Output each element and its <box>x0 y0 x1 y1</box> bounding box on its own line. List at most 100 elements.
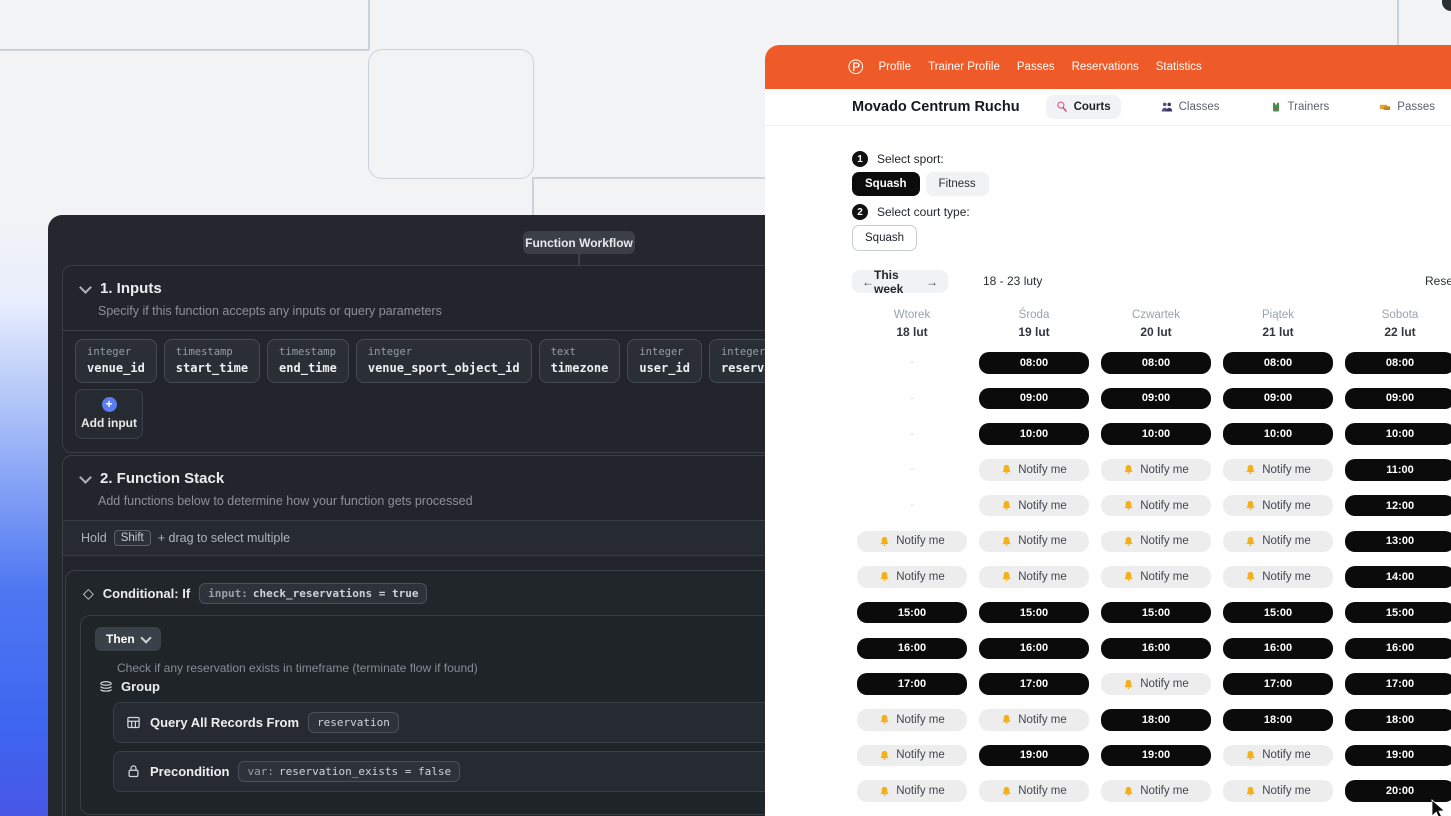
app-logo-icon[interactable]: ℗ <box>848 57 863 78</box>
notify-me-button[interactable]: Notify me <box>1101 495 1211 517</box>
time-slot-button-sobota-1600[interactable]: 16:00 <box>1345 638 1451 660</box>
time-slot-button-sobota-1300[interactable]: 13:00 <box>1345 531 1451 553</box>
notify-me-button[interactable]: Notify me <box>1223 780 1333 802</box>
notify-me-button[interactable]: Notify me <box>857 780 967 802</box>
time-slot-button-sobota-1500[interactable]: 15:00 <box>1345 602 1451 624</box>
time-slot-button-pi-tek-1700[interactable]: 17:00 <box>1223 673 1333 695</box>
input-chip-end-time[interactable]: timestampend_time <box>267 339 349 383</box>
time-slot-button--roda-1000[interactable]: 10:00 <box>979 423 1089 445</box>
nav-item-statistics[interactable]: Statistics <box>1156 61 1202 73</box>
notify-me-button[interactable]: Notify me <box>979 780 1089 802</box>
nav-item-reservations[interactable]: Reservations <box>1072 61 1139 73</box>
notify-me-button[interactable]: Notify me <box>857 709 967 731</box>
group-header[interactable]: Group <box>99 679 793 694</box>
time-slot-button-sobota-1800[interactable]: 18:00 <box>1345 709 1451 731</box>
nav-item-trainer-profile[interactable]: Trainer Profile <box>928 61 1000 73</box>
time-slot-button-sobota-1900[interactable]: 19:00 <box>1345 745 1451 767</box>
notify-me-button[interactable]: Notify me <box>1101 673 1211 695</box>
time-slot-button--roda-1900[interactable]: 19:00 <box>979 745 1089 767</box>
time-slot-button-czwartek-1500[interactable]: 15:00 <box>1101 602 1211 624</box>
venue-tab-passes[interactable]: Passes <box>1369 95 1445 119</box>
time-slot-button-czwartek-1800[interactable]: 18:00 <box>1101 709 1211 731</box>
add-input-button[interactable]: + Add input <box>75 389 143 439</box>
venue-tab-courts[interactable]: Courts <box>1046 95 1121 119</box>
time-slot-button--roda-1500[interactable]: 15:00 <box>979 602 1089 624</box>
nav-item-passes[interactable]: Passes <box>1017 61 1055 73</box>
nav-item-profile[interactable]: Profile <box>878 61 911 73</box>
reserve-link-clipped[interactable]: Reserv <box>1425 274 1451 288</box>
notify-me-button[interactable]: Notify me <box>979 531 1089 553</box>
sport-button-fitness[interactable]: Fitness <box>926 172 989 196</box>
notify-me-button[interactable]: Notify me <box>1101 531 1211 553</box>
venue-tab-trainers[interactable]: Trainers <box>1260 95 1340 119</box>
notify-me-button[interactable]: Notify me <box>857 531 967 553</box>
chevron-down-icon[interactable] <box>79 281 92 294</box>
next-week-arrow-icon[interactable]: → <box>926 275 938 289</box>
time-slot-button--roda-1600[interactable]: 16:00 <box>979 638 1089 660</box>
venue-tab-classes[interactable]: Classes <box>1151 95 1230 119</box>
input-chip-venue-sport-object-id[interactable]: integervenue_sport_object_id <box>356 339 532 383</box>
notify-me-button[interactable]: Notify me <box>979 459 1089 481</box>
bell-icon <box>1001 464 1012 475</box>
notify-me-button[interactable]: Notify me <box>1223 531 1333 553</box>
prev-week-arrow-icon[interactable]: ← <box>862 275 874 289</box>
court-type-button-squash[interactable]: Squash <box>852 225 917 251</box>
inputs-section-header[interactable]: 1. Inputs Specify if this function accep… <box>63 266 799 331</box>
input-chip-venue-id[interactable]: integervenue_id <box>75 339 157 383</box>
time-slot-button-czwartek-1900[interactable]: 19:00 <box>1101 745 1211 767</box>
time-slot-button-sobota-1400[interactable]: 14:00 <box>1345 566 1451 588</box>
precondition-step[interactable]: Precondition var:reservation_exists = fa… <box>113 751 773 792</box>
notify-me-button[interactable]: Notify me <box>857 566 967 588</box>
time-slot-button-czwartek-0900[interactable]: 09:00 <box>1101 388 1211 410</box>
notify-me-button[interactable]: Notify me <box>1223 495 1333 517</box>
notify-me-button[interactable]: Notify me <box>979 495 1089 517</box>
condition-expression-chip[interactable]: input:check_reservations = true <box>199 583 427 604</box>
time-slot-button-wtorek-1700[interactable]: 17:00 <box>857 673 967 695</box>
time-slot-button--roda-0900[interactable]: 09:00 <box>979 388 1089 410</box>
time-slot-button-pi-tek-0800[interactable]: 08:00 <box>1223 352 1333 374</box>
notify-me-button[interactable]: Notify me <box>1101 459 1211 481</box>
function-workflow-tab[interactable]: Function Workflow <box>523 231 635 254</box>
notify-me-button[interactable]: Notify me <box>1223 459 1333 481</box>
time-slot-button-pi-tek-1800[interactable]: 18:00 <box>1223 709 1333 731</box>
time-slot-button-czwartek-1000[interactable]: 10:00 <box>1101 423 1211 445</box>
chevron-down-icon[interactable] <box>79 471 92 484</box>
time-slot-button-sobota-1100[interactable]: 11:00 <box>1345 459 1451 481</box>
notify-me-button[interactable]: Notify me <box>1223 745 1333 767</box>
time-slot-button-czwartek-1600[interactable]: 16:00 <box>1101 638 1211 660</box>
time-slot-button-sobota-0900[interactable]: 09:00 <box>1345 388 1451 410</box>
notify-me-button[interactable]: Notify me <box>857 745 967 767</box>
notify-me-button[interactable]: Notify me <box>979 566 1089 588</box>
time-slot-button-sobota-1700[interactable]: 17:00 <box>1345 673 1451 695</box>
notify-me-button[interactable]: Notify me <box>1101 566 1211 588</box>
query-records-step[interactable]: Query All Records From reservation <box>113 702 773 743</box>
hint-suffix: + drag to select multiple <box>158 531 290 545</box>
time-slot-button-czwartek-0800[interactable]: 08:00 <box>1101 352 1211 374</box>
input-chip-user-id[interactable]: integeruser_id <box>627 339 702 383</box>
notify-me-button[interactable]: Notify me <box>1101 780 1211 802</box>
query-step-label: Query All Records From <box>150 715 299 730</box>
precondition-expression-chip[interactable]: var:reservation_exists = false <box>238 761 460 782</box>
input-chip-start-time[interactable]: timestampstart_time <box>164 339 260 383</box>
input-chip-timezone[interactable]: texttimezone <box>539 339 621 383</box>
time-slot-button-wtorek-1600[interactable]: 16:00 <box>857 638 967 660</box>
week-navigator[interactable]: ← This week → <box>852 270 948 293</box>
time-slot-button--roda-0800[interactable]: 08:00 <box>979 352 1089 374</box>
notify-me-label: Notify me <box>1140 678 1189 690</box>
notify-me-button[interactable]: Notify me <box>1223 566 1333 588</box>
time-slot-button-pi-tek-1000[interactable]: 10:00 <box>1223 423 1333 445</box>
stack-section-header[interactable]: 2. Function Stack Add functions below to… <box>63 456 799 521</box>
notify-me-button[interactable]: Notify me <box>979 709 1089 731</box>
time-slot-button--roda-1700[interactable]: 17:00 <box>979 673 1089 695</box>
then-dropdown-button[interactable]: Then <box>95 627 161 651</box>
sport-button-squash[interactable]: Squash <box>852 172 920 196</box>
time-slot-button-wtorek-1500[interactable]: 15:00 <box>857 602 967 624</box>
query-table-chip[interactable]: reservation <box>308 712 399 733</box>
time-slot-button-pi-tek-1500[interactable]: 15:00 <box>1223 602 1333 624</box>
time-slot-button-sobota-1000[interactable]: 10:00 <box>1345 423 1451 445</box>
time-slot-button-pi-tek-1600[interactable]: 16:00 <box>1223 638 1333 660</box>
time-slot-button-sobota-1200[interactable]: 12:00 <box>1345 495 1451 517</box>
time-slot-button-pi-tek-0900[interactable]: 09:00 <box>1223 388 1333 410</box>
conditional-block[interactable]: ◇ Conditional: If input:check_reservatio… <box>65 570 797 816</box>
time-slot-button-sobota-0800[interactable]: 08:00 <box>1345 352 1451 374</box>
